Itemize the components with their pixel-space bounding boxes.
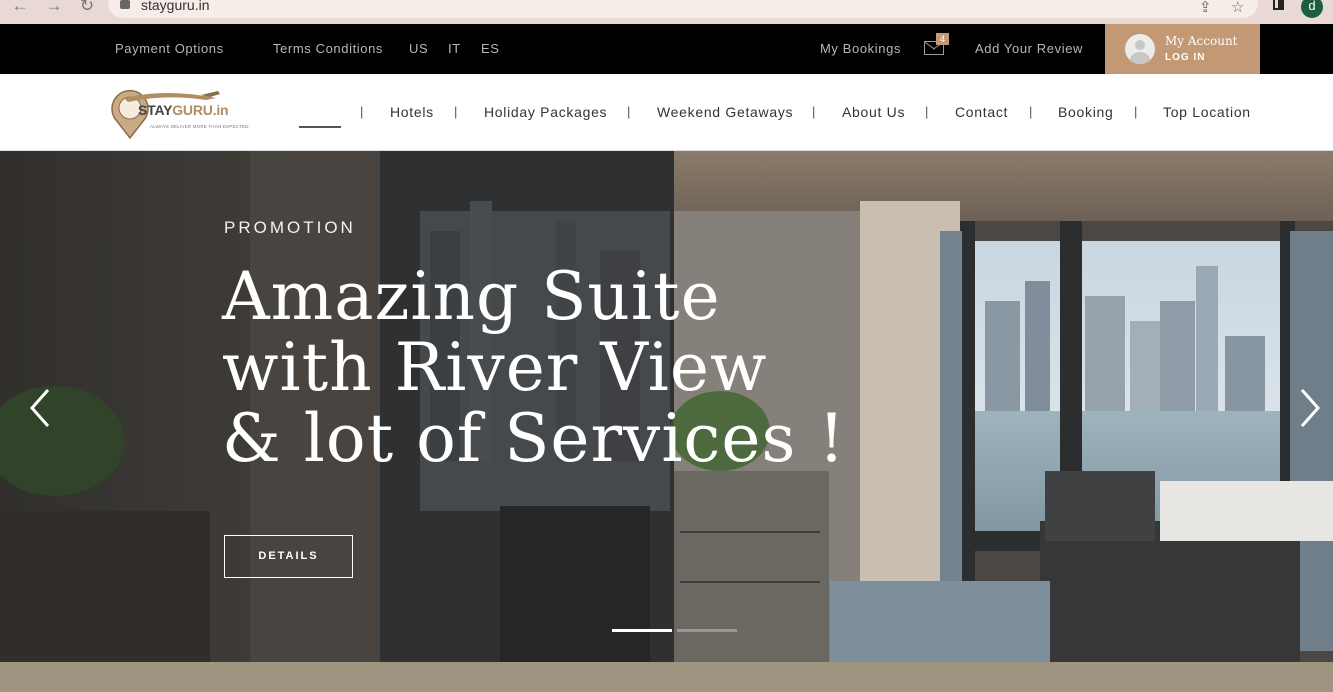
footer-strip: [0, 662, 1333, 692]
details-button[interactable]: DETAILS: [224, 535, 353, 578]
hero-headline-line: & lot of Services !: [222, 400, 846, 477]
nav-separator: |: [1134, 104, 1138, 119]
slide-indicator[interactable]: [677, 629, 737, 632]
lang-it-link[interactable]: IT: [448, 41, 461, 56]
hero-slider: PROMOTION Amazing Suite with River View …: [0, 151, 1333, 662]
profile-avatar[interactable]: d: [1301, 0, 1323, 18]
slider-next-icon[interactable]: [1296, 386, 1322, 430]
nav-item-holiday-packages[interactable]: Holiday Packages: [484, 104, 607, 120]
nav-item-top-location[interactable]: Top Location: [1163, 104, 1251, 120]
payment-options-link[interactable]: Payment Options: [115, 41, 224, 56]
browser-toolbar: ← → ↻ stayguru.in ⇪ ☆ d: [0, 0, 1333, 24]
login-label: LOG IN: [1165, 52, 1206, 63]
main-navigation: STAYGURU.in ALWAYS DELIVER MORE THAN EXP…: [0, 74, 1333, 151]
url-text[interactable]: stayguru.in: [141, 0, 209, 13]
slide-indicator-active[interactable]: [612, 629, 672, 632]
reload-icon[interactable]: ↻: [76, 0, 98, 16]
nav-separator: |: [1029, 104, 1033, 119]
lock-icon: [120, 0, 130, 9]
nav-separator: |: [454, 104, 458, 119]
top-utility-bar: Payment Options Terms Conditions US IT E…: [0, 24, 1333, 74]
nav-separator: |: [812, 104, 816, 119]
user-avatar-icon: [1125, 34, 1155, 64]
add-review-link[interactable]: Add Your Review: [975, 41, 1083, 56]
logo-wordmark: STAYGURU.in: [138, 102, 229, 118]
logo-tagline: ALWAYS DELIVER MORE THAN EXPECTED: [150, 124, 249, 129]
back-icon[interactable]: ←: [9, 0, 31, 16]
nav-item-hotels[interactable]: Hotels: [390, 104, 434, 120]
mail-count-badge: 4: [936, 33, 949, 45]
nav-separator: |: [925, 104, 929, 119]
nav-item-about-us[interactable]: About Us: [842, 104, 905, 120]
my-account-button[interactable]: My Account LOG IN: [1105, 24, 1260, 74]
nav-separator: |: [360, 104, 364, 119]
terms-conditions-link[interactable]: Terms Conditions: [273, 41, 383, 56]
site-logo[interactable]: STAYGURU.in ALWAYS DELIVER MORE THAN EXP…: [106, 88, 249, 142]
share-icon[interactable]: ⇪: [1199, 0, 1212, 16]
lang-es-link[interactable]: ES: [481, 41, 500, 56]
side-panel-icon[interactable]: [1273, 0, 1284, 10]
hero-eyebrow: PROMOTION: [224, 218, 356, 237]
forward-icon[interactable]: →: [43, 0, 65, 16]
bookmark-star-icon[interactable]: ☆: [1231, 0, 1244, 16]
hero-headline: Amazing Suite with River View & lot of S…: [222, 261, 846, 474]
nav-item-contact[interactable]: Contact: [955, 104, 1008, 120]
lang-us-link[interactable]: US: [409, 41, 428, 56]
nav-separator: |: [627, 104, 631, 119]
nav-item-weekend-getaways[interactable]: Weekend Getaways: [657, 104, 793, 120]
address-bar[interactable]: [108, 0, 1258, 18]
account-title: My Account: [1165, 34, 1238, 48]
nav-item-booking[interactable]: Booking: [1058, 104, 1114, 120]
my-bookings-link[interactable]: My Bookings: [820, 41, 901, 56]
hero-headline-line: Amazing Suite: [222, 258, 721, 335]
slider-prev-icon[interactable]: [28, 386, 54, 430]
nav-active-indicator: [299, 126, 341, 128]
hero-headline-line: with River View: [222, 329, 768, 406]
